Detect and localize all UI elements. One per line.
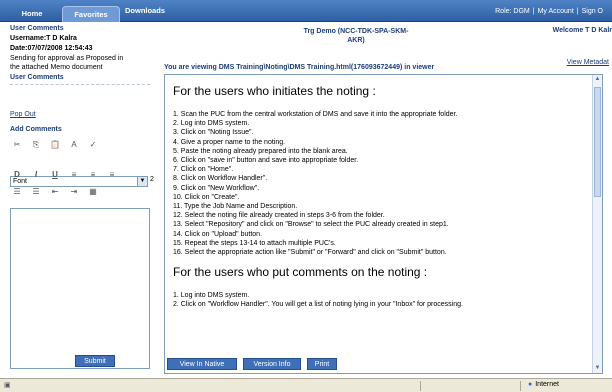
indent-icon[interactable]: ⇥ (69, 187, 79, 196)
paste-icon[interactable]: 📋 (50, 140, 60, 149)
doc-heading-initiators: For the users who initiates the noting : (173, 84, 376, 98)
commenter-steps-list: 1. Log into DMS system. 2. Click on "Work… (173, 291, 585, 309)
step-item: 9. Click on "New Workflow". (173, 184, 260, 192)
step-item: 3. Click on "Noting Issue". (173, 129, 254, 137)
comment-editor[interactable] (10, 208, 150, 369)
status-divider (520, 381, 521, 391)
step-item: 2. Log into DMS system. (173, 120, 250, 128)
align-center-icon[interactable]: ≡ (88, 170, 98, 179)
unordered-list-icon[interactable]: ☰ (31, 187, 41, 196)
browser-status-bar: ▣ Internet (0, 378, 612, 392)
step-item: 12. Select the noting file already creat… (173, 212, 385, 220)
user-comments-header: User Comments (10, 25, 64, 32)
copy-icon[interactable]: ⎘ (31, 140, 41, 149)
scroll-down-icon[interactable]: ▼ (593, 364, 602, 373)
scroll-up-icon[interactable]: ▲ (593, 75, 602, 84)
step-item: 1. Scan the PUC from the central worksta… (173, 111, 458, 118)
divider (10, 84, 150, 85)
font-size-value[interactable]: 2 (150, 176, 154, 183)
insert-table-icon[interactable]: ▦ (88, 187, 98, 196)
scroll-thumb[interactable] (594, 87, 601, 197)
chevron-down-icon[interactable]: ▼ (137, 177, 147, 186)
step-item: 7. Click on "Home". (173, 166, 234, 174)
underline-icon[interactable]: U (50, 170, 60, 179)
welcome-text: Welcome T D Kalr (552, 27, 612, 34)
tab-downloads[interactable]: Downloads (121, 2, 169, 18)
add-comments-header: Add Comments (10, 126, 62, 133)
demo-title-line2: AKR) (347, 37, 365, 44)
step-item: 1. Log into DMS system. (173, 292, 250, 300)
demo-title: Trg Demo (NCC-TDK-SPA-SKM- AKR) (281, 27, 431, 45)
role-label: Role: DGM (495, 8, 530, 15)
submit-button[interactable]: Submit (75, 355, 115, 367)
doc-heading-commenters: For the users who put comments on the no… (173, 265, 428, 280)
step-item: 4. Give a proper name to the noting. (173, 138, 286, 146)
outdent-icon[interactable]: ⇤ (50, 187, 60, 196)
bold-icon[interactable]: D (12, 170, 22, 179)
font-select-value: Font (13, 178, 28, 185)
sign-out-link[interactable]: Sign O (579, 8, 606, 15)
ordered-list-icon[interactable]: ☰ (12, 187, 22, 196)
step-item: 13. Select "Repository" and click on "Br… (173, 221, 449, 229)
status-divider (420, 381, 421, 391)
step-item: 11. Type the Job Name and Description. (173, 203, 298, 211)
comment-date: Date:07/07/2008 12:54:43 (10, 45, 93, 52)
top-nav-bar: Home Favorites Downloads Role: DGM | My Ac… (0, 0, 612, 22)
comment-username: Username:T D Kalra (10, 35, 77, 42)
print-button[interactable]: Print (307, 358, 337, 370)
user-comments-header-2: User Comments (10, 74, 64, 81)
comment-text-line2: the attached Memo document (10, 64, 103, 71)
document-content: For the users who initiates the noting :… (173, 80, 585, 310)
step-item: 10. Click on "Create". (173, 193, 240, 201)
vertical-scrollbar[interactable]: ▲ ▼ (592, 75, 602, 373)
demo-title-line1: Trg Demo (NCC-TDK-SPA-SKM- (303, 28, 409, 35)
tab-home[interactable]: Home (8, 6, 56, 22)
italic-icon[interactable]: I (31, 170, 41, 179)
step-item: 16. Select the appropriate action like "… (173, 249, 447, 257)
pop-out-link[interactable]: Pop Out (10, 111, 36, 118)
my-account-link[interactable]: My Account (535, 8, 577, 15)
comment-text-line1: Sending for approval as Proposed in (10, 55, 124, 62)
comments-panel: User Comments Username:T D Kalra Date:07… (0, 22, 158, 378)
version-info-button[interactable]: Version Info (243, 358, 301, 370)
document-viewer: Trg Demo (NCC-TDK-SPA-SKM- AKR) Welcome … (161, 22, 612, 378)
step-item: 8. Click on Workflow Handler". (173, 175, 268, 183)
top-links: Role: DGM | My Account | Sign O (492, 8, 606, 15)
tab-favorites[interactable]: Favorites (62, 6, 120, 22)
align-right-icon[interactable]: ≡ (107, 170, 117, 179)
view-metadata-link[interactable]: View Metadat (567, 59, 609, 66)
step-item: 2. Click on "Workflow Handler". You will… (173, 301, 463, 309)
initiator-steps-list: 1. Scan the PUC from the central worksta… (173, 110, 585, 257)
viewing-path: You are viewing DMS Training\Noting\DMS … (164, 64, 435, 71)
step-item: 5. Paste the noting already prepared int… (173, 147, 348, 155)
spellcheck-icon[interactable]: ✓ (88, 140, 98, 149)
step-item: 6. Click on "save in" button and save in… (173, 157, 359, 165)
step-item: 15. Repeat the steps 13-14 to attach mul… (173, 239, 336, 247)
internet-zone: Internet (528, 381, 559, 388)
step-item: 14. Click on "Upload" button. (173, 230, 263, 238)
cut-icon[interactable]: ✂ (12, 140, 22, 149)
ie-page-icon: ▣ (4, 382, 11, 389)
view-in-native-button[interactable]: View In Native (167, 358, 237, 370)
align-left-icon[interactable]: ≡ (69, 170, 79, 179)
document-frame[interactable]: For the users who initiates the noting :… (164, 74, 603, 374)
find-icon[interactable]: A (69, 140, 79, 149)
